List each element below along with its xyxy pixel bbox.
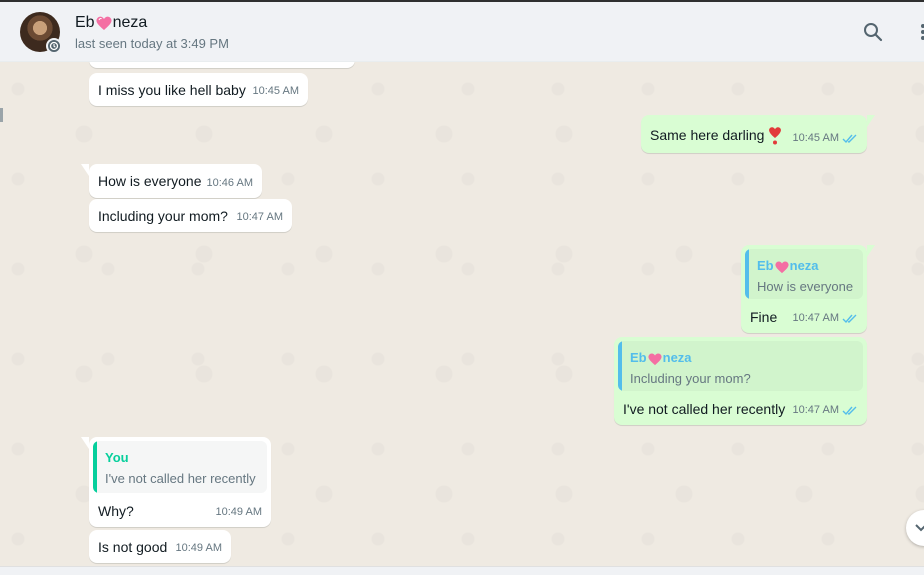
pink-heart-emoji [775,261,789,273]
reply-bubble-in[interactable]: You I've not called her recently Why? 10… [81,437,271,527]
quote-text: I've not called her recently [105,471,256,486]
message-bubble-out[interactable]: Same here darling 10:45 AM [641,115,875,153]
bubble-tail [867,115,875,127]
message-time: 10:49 AM [175,542,222,554]
double-check-icon [842,314,857,324]
avatar[interactable] [20,12,62,54]
message-text: Fine [750,309,778,325]
contact-name-suffix: neza [112,14,148,31]
message-bubble-in[interactable]: Is not good 10:49 AM [89,530,231,563]
message-text: Including your mom? [98,208,228,224]
menu-icon[interactable] [911,20,924,44]
double-check-icon [842,406,857,416]
message-time: 10:45 AM [252,85,299,97]
quoted-message[interactable]: Eb neza How is everyone [745,249,863,299]
pink-heart-emoji [96,16,112,30]
quote-bar [745,249,749,299]
message-meta: 10:47 AM [793,309,858,328]
quote-author: You [105,450,129,465]
last-seen-status: last seen today at 3:49 PM [75,36,229,51]
double-check-icon [842,134,857,144]
quote-text: Including your mom? [630,371,751,386]
message-text: Same here darling [650,126,782,146]
quote-author: Eb neza [630,350,692,365]
bubble-tail [81,437,89,449]
message-text: I miss you like hell baby [98,82,246,98]
message-text: Why? [98,503,134,519]
message-bubble-in[interactable]: How is everyone 10:46 AM [81,164,262,198]
contact-name[interactable]: Eb neza [75,14,147,32]
message-meta: 10:47 AM [793,401,858,420]
message-time: 10:49 AM [215,506,262,518]
message-text: Is not good [98,539,168,555]
chevron-down-icon [915,524,924,532]
message-bubble-in[interactable]: Including your mom? 10:47 AM [89,199,292,232]
left-edge-marker [0,108,3,122]
status-icon[interactable] [46,38,62,54]
quote-bar [93,441,97,493]
chat-header[interactable]: Eb neza last seen today at 3:49 PM [0,2,924,62]
quote-bar [618,341,622,391]
contact-name-prefix: Eb [75,14,95,31]
pink-heart-emoji [648,353,662,365]
message-list[interactable]: I miss you like hell baby 10:45 AM Same … [0,62,924,567]
bubble-tail [867,245,875,257]
quoted-message[interactable]: Eb neza Including your mom? [618,341,863,391]
message-text: How is everyone [98,173,202,189]
reply-bubble-out[interactable]: Eb neza Including your mom? I've not call… [614,337,867,425]
heart-emoji [769,127,782,145]
quote-text: How is everyone [757,279,854,294]
message-text: I've not called her recently [623,401,786,417]
quote-author: Eb neza [757,258,819,273]
quoted-message[interactable]: You I've not called her recently [93,441,267,493]
message-meta: 10:45 AM [793,129,858,148]
search-icon[interactable] [861,20,885,44]
reply-bubble-out[interactable]: Eb neza How is everyone Fine 10:47 AM [741,245,875,333]
message-bubble-partial[interactable] [89,62,355,68]
bubble-tail [81,164,89,176]
message-bubble-in[interactable]: I miss you like hell baby 10:45 AM [89,73,308,106]
message-time: 10:46 AM [206,177,253,189]
message-time: 10:47 AM [236,211,283,223]
